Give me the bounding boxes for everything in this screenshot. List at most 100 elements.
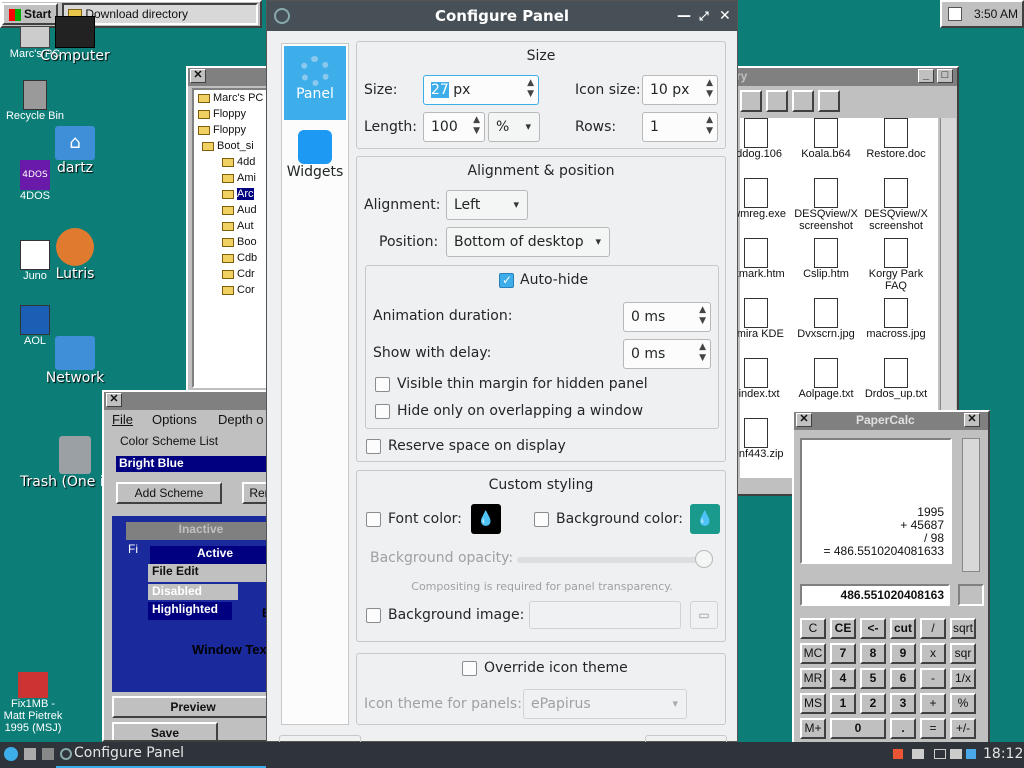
calc-key[interactable]: M+ <box>800 718 826 739</box>
calc-key[interactable]: 7 <box>830 643 856 664</box>
opacity-slider[interactable] <box>517 550 713 568</box>
tree-item[interactable]: Arc <box>222 188 254 204</box>
desktop-icon-recycle-bin[interactable]: Recycle Bin <box>0 80 70 122</box>
close-button[interactable]: ✕ <box>106 393 122 407</box>
clipboard-icon[interactable] <box>966 749 976 759</box>
calc-key[interactable]: 1/x <box>950 668 976 689</box>
calc-key[interactable]: x <box>920 643 946 664</box>
icon-size-spinbox[interactable]: 10 px ▲ ▼ <box>642 75 718 105</box>
close-icon[interactable]: ✕ <box>719 1 731 31</box>
calc-key[interactable]: + <box>920 693 946 714</box>
menu-depth[interactable]: Depth o <box>218 412 264 427</box>
tree-item[interactable]: Boo <box>222 236 257 252</box>
calc-key[interactable]: 6 <box>890 668 916 689</box>
length-spinbox[interactable]: 100 ▲ ▼ <box>423 112 485 142</box>
minimize-button[interactable]: _ <box>918 69 934 83</box>
thin-margin-checkbox[interactable] <box>375 377 390 392</box>
tree-item[interactable]: Boot_si <box>202 140 254 156</box>
browser-icon[interactable] <box>42 748 54 760</box>
calc-key[interactable]: MC <box>800 643 826 664</box>
sidebar-item-panel[interactable]: Panel <box>284 46 346 120</box>
tree-item[interactable]: Floppy <box>198 108 246 124</box>
background-color-swatch[interactable]: 💧 <box>690 504 720 534</box>
sort-desc-icon[interactable] <box>792 90 814 112</box>
rows-spinbox[interactable]: 1 ▲ ▼ <box>642 112 718 142</box>
volume-icon[interactable] <box>912 749 924 759</box>
calc-key[interactable]: / <box>920 618 946 639</box>
spin-arrows-icon[interactable]: ▲ ▼ <box>699 305 706 327</box>
animation-duration-spinbox[interactable]: 0 ms ▲ ▼ <box>623 302 711 332</box>
calc-key[interactable]: CE <box>830 618 856 639</box>
reserve-space-checkbox[interactable] <box>366 439 381 454</box>
calc-key[interactable]: sqrt <box>950 618 976 639</box>
file-item[interactable]: Korgy Park FAQ <box>860 238 932 292</box>
tree-item[interactable]: Cdb <box>222 252 257 268</box>
desktop-icon-network[interactable]: Network <box>40 336 110 386</box>
sidebar-item-widgets[interactable]: Widgets <box>284 126 346 200</box>
app-menu-icon[interactable] <box>4 747 18 761</box>
task-configure-panel[interactable]: Configure Panel <box>56 742 266 768</box>
copy-icon[interactable] <box>740 90 762 112</box>
maximize-button[interactable]: □ <box>937 69 953 83</box>
tree-item[interactable]: Cor <box>222 284 255 300</box>
calc-key[interactable]: 1 <box>830 693 856 714</box>
calc-key[interactable]: 8 <box>860 643 886 664</box>
calc-key[interactable]: MR <box>800 668 826 689</box>
spin-arrows-icon[interactable]: ▲ ▼ <box>699 342 706 364</box>
file-item[interactable]: Cslip.htm <box>790 238 862 280</box>
desktop-icon-4dos[interactable]: 4DOS 4DOS <box>0 160 70 202</box>
calc-key[interactable]: . <box>890 718 916 739</box>
tree-item[interactable]: Marc's PC <box>198 92 263 108</box>
tree-item[interactable]: Cdr <box>222 268 255 284</box>
tree-item[interactable]: Ami <box>222 172 256 188</box>
image-browse-button[interactable]: ▭ <box>690 601 718 629</box>
preview-button[interactable]: Preview <box>112 696 270 718</box>
override-icon-theme-checkbox[interactable] <box>462 661 477 676</box>
calc-key[interactable]: MS <box>800 693 826 714</box>
tape-scrollbar[interactable] <box>962 438 980 572</box>
icon-theme-combo[interactable]: ePapirus ▾ <box>523 689 687 719</box>
file-item[interactable]: Drdos_up.txt <box>860 358 932 400</box>
calc-key[interactable]: C <box>800 618 826 639</box>
tray-keyboard-icon[interactable] <box>948 7 962 21</box>
file-manager-icon[interactable] <box>24 748 36 760</box>
tree-item[interactable]: Aud <box>222 204 257 220</box>
overlap-checkbox[interactable] <box>375 404 390 419</box>
sort-icon[interactable] <box>766 90 788 112</box>
background-image-checkbox[interactable] <box>366 608 381 623</box>
autohide-checkbox[interactable] <box>499 273 514 288</box>
position-combo[interactable]: Bottom of desktop ▾ <box>446 227 610 257</box>
close-button[interactable]: ✕ <box>190 69 206 83</box>
calc-key[interactable]: 3 <box>890 693 916 714</box>
desktop-icon-computer[interactable]: Computer <box>40 16 110 64</box>
restore-icon[interactable]: ⤢ <box>699 1 709 31</box>
close-button[interactable]: ✕ <box>796 413 812 427</box>
file-item[interactable]: Dvxscrn.jpg <box>790 298 862 340</box>
length-unit-combo[interactable]: % ▾ <box>488 112 540 142</box>
spin-arrows-icon[interactable]: ▲ ▼ <box>473 115 480 137</box>
file-item[interactable]: DESQview/X screenshot <box>790 178 862 232</box>
spin-arrows-icon[interactable]: ▲ ▼ <box>527 78 534 100</box>
calc-key[interactable]: +/- <box>950 718 976 739</box>
file-item[interactable]: Koala.b64 <box>790 118 862 160</box>
background-color-checkbox[interactable] <box>534 512 549 527</box>
calc-key[interactable]: 2 <box>860 693 886 714</box>
file-item[interactable]: DESQview/X screenshot <box>860 178 932 232</box>
calc-key[interactable]: 0 <box>830 718 886 739</box>
tree-item[interactable]: 4dd <box>222 156 255 172</box>
spin-arrows-icon[interactable]: ▲ ▼ <box>706 115 713 137</box>
desktop-icon-trash[interactable]: Trash (One item) <box>20 436 137 490</box>
calc-key[interactable]: cut <box>890 618 916 639</box>
menu-file[interactable]: File <box>112 412 133 427</box>
menu-options[interactable]: Options <box>152 412 197 427</box>
spin-arrows-icon[interactable]: ▲ ▼ <box>706 78 713 100</box>
size-spinbox[interactable]: 27 px ▲ ▼ <box>423 75 539 105</box>
file-item[interactable]: Aolpage.txt <box>790 358 862 400</box>
save-button[interactable]: Save <box>112 722 218 740</box>
background-image-field[interactable] <box>529 601 681 629</box>
font-color-checkbox[interactable] <box>366 512 381 527</box>
desktop-icon-lutris[interactable]: Lutris <box>40 228 110 282</box>
calc-key[interactable]: sqr <box>950 643 976 664</box>
show-delay-spinbox[interactable]: 0 ms ▲ ▼ <box>623 339 711 369</box>
file-item[interactable]: macross.jpg <box>860 298 932 340</box>
